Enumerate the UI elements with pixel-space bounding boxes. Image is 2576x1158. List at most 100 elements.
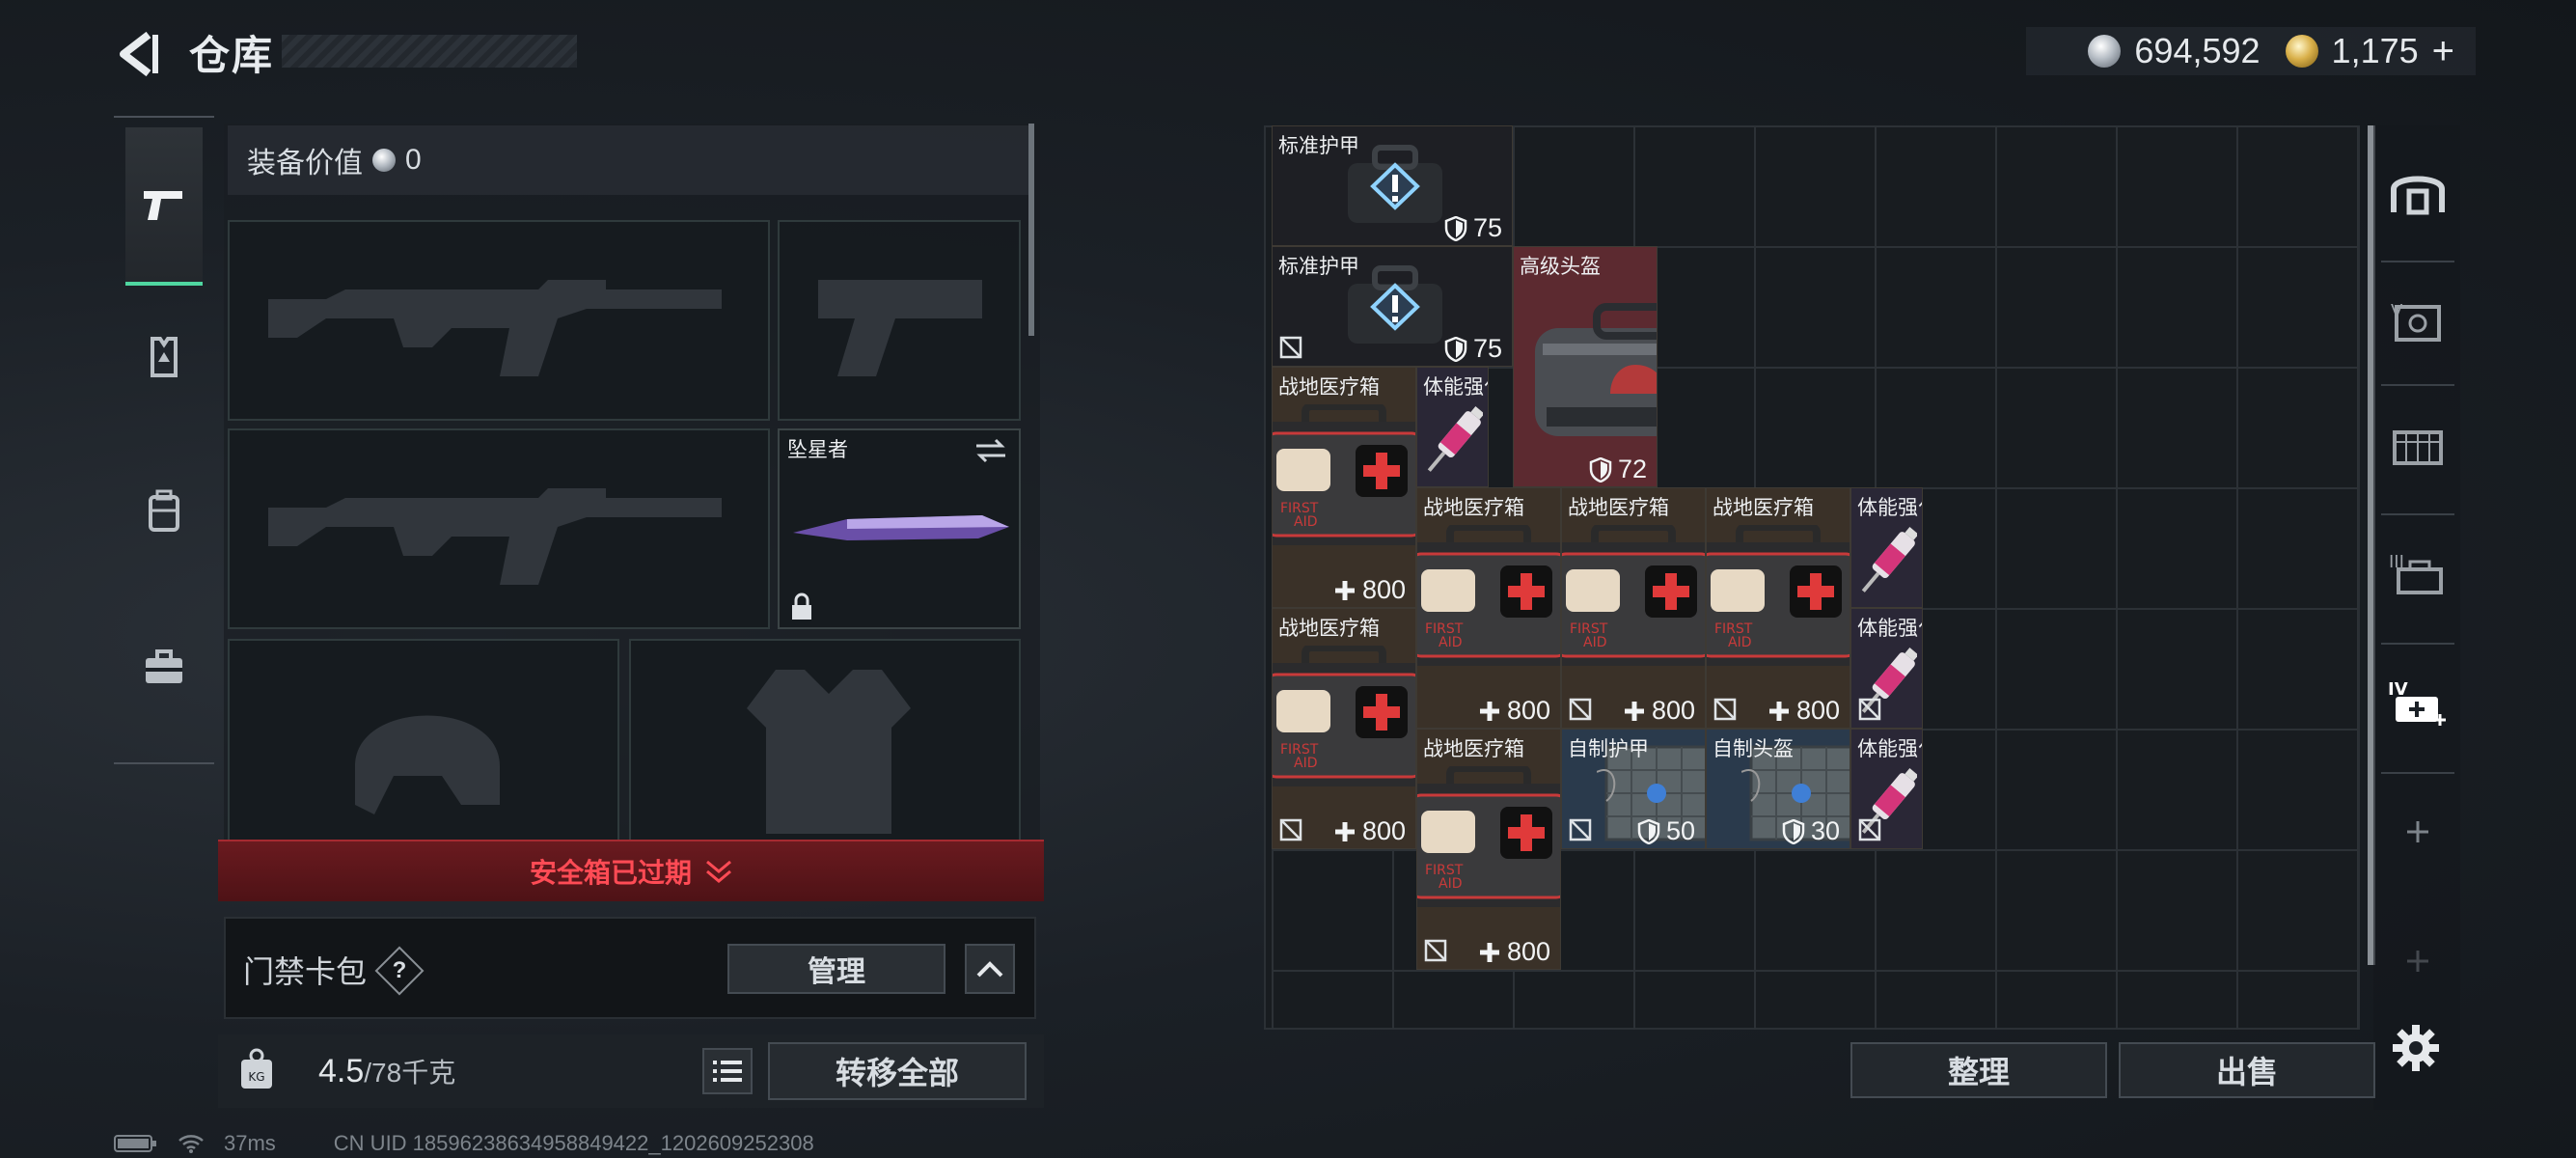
heal-plus-icon — [1334, 580, 1355, 600]
item-name: 自制护甲 — [1568, 738, 1649, 760]
item-stat: 800 — [1333, 816, 1406, 846]
item-stat: 800 — [1478, 696, 1550, 726]
armor-shield-icon — [1589, 456, 1612, 482]
item-name: 高级头盔 — [1520, 256, 1601, 278]
equipment-scrollbar[interactable] — [1028, 124, 1034, 336]
crate-icon — [2393, 430, 2443, 465]
storage-item[interactable]: 自制护甲 50 — [1561, 729, 1706, 849]
item-value: 800 — [1506, 937, 1550, 966]
equipment-value-label: 装备价值 — [247, 148, 363, 179]
currency-bar: 694,592 1,175 + — [2026, 27, 2476, 75]
equipment-value: 0 — [405, 144, 422, 176]
sort-button[interactable]: 整理 — [1850, 1042, 2107, 1098]
add-storage-button-2[interactable] — [2381, 903, 2454, 1019]
tab-storage-3[interactable]: III — [2381, 513, 2454, 631]
tab-toolkit[interactable] — [125, 591, 203, 745]
storage-item[interactable]: FIRST AID 战地医疗箱 800 — [1272, 367, 1416, 608]
item-value: 800 — [1506, 696, 1550, 725]
keycard-expand-button[interactable] — [965, 944, 1015, 994]
plus-icon — [2407, 821, 2428, 842]
safebox-expired-banner[interactable]: 安全箱已过期 — [218, 840, 1044, 901]
bound-item-icon — [1858, 818, 1881, 841]
storage-item[interactable]: 体能强化剂 — [1416, 367, 1489, 487]
storage-item[interactable]: 自制头盔 30 — [1706, 729, 1850, 849]
item-name: 体能强化剂 — [1423, 376, 1488, 399]
item-stat: 50 — [1637, 816, 1695, 846]
secondary-weapon-slot[interactable] — [228, 428, 770, 629]
sell-button[interactable]: 出售 — [2119, 1042, 2375, 1098]
gold-coin-icon — [2285, 35, 2318, 68]
manage-button[interactable]: 管理 — [727, 944, 945, 994]
add-storage-button[interactable] — [2381, 772, 2454, 890]
first-aid-kit-image: FIRSTAID — [1707, 525, 1850, 666]
help-icon: ? — [392, 957, 407, 983]
storage-item[interactable]: FIRST AID 战地医疗箱 800 — [1706, 487, 1850, 729]
bound-item-icon — [1279, 818, 1302, 841]
backpack-icon — [149, 489, 179, 532]
item-name: 战地医疗箱 — [1423, 497, 1524, 519]
item-value: 72 — [1617, 455, 1647, 483]
svg-text:AID: AID — [1583, 635, 1607, 650]
item-name: 战地医疗箱 — [1568, 497, 1669, 519]
tab-storage-main[interactable] — [2381, 133, 2454, 249]
item-stat: 72 — [1589, 455, 1647, 484]
tab-storage-valuables[interactable]: V — [2381, 261, 2454, 378]
item-stat: 800 — [1333, 575, 1406, 605]
helmet-bag-image — [1535, 303, 1657, 436]
melee-name: 坠星者 — [787, 439, 848, 461]
item-stat: 800 — [1768, 696, 1840, 726]
pistol-slot[interactable] — [778, 220, 1021, 421]
stimulant-syringe-image — [1861, 526, 1917, 593]
item-name: 标准护甲 — [1278, 135, 1359, 157]
armor-silhouette-icon — [747, 670, 911, 834]
storage-item[interactable]: FIRST AID 战地医疗箱 800 — [1416, 487, 1561, 729]
toolbox-icon: III — [2389, 552, 2443, 594]
back-button[interactable] — [114, 29, 164, 79]
primary-weapon-slot[interactable] — [228, 220, 770, 421]
pistol-icon — [144, 191, 182, 220]
add-gold-button[interactable]: + — [2432, 30, 2454, 73]
storage-item[interactable]: 体能强化剂 — [1850, 608, 1923, 729]
heal-plus-icon — [1768, 701, 1789, 721]
item-name: 体能强化剂 — [1857, 618, 1922, 640]
tab-storage-4[interactable]: IV — [2381, 643, 2454, 760]
transfer-all-button[interactable]: 转移全部 — [768, 1042, 1027, 1100]
chevron-down-icon — [706, 860, 731, 883]
heal-plus-icon — [1479, 701, 1499, 721]
bound-item-icon — [1858, 698, 1881, 721]
rifle-silhouette-icon — [268, 280, 722, 376]
bound-item-icon — [1713, 698, 1737, 721]
storage-item[interactable]: FIRST AID 战地医疗箱 800 — [1416, 729, 1561, 970]
storage-item[interactable]: 体能强化剂 — [1850, 487, 1923, 608]
storage-item[interactable]: 标准护甲 75 — [1272, 246, 1513, 367]
swap-icon[interactable] — [974, 438, 1007, 463]
armor-shield-icon — [1444, 336, 1467, 362]
item-value: 800 — [1651, 696, 1695, 725]
item-name: 战地医疗箱 — [1278, 618, 1380, 640]
item-name: 战地医疗箱 — [1278, 376, 1380, 399]
storage-item[interactable]: 体能强化剂 — [1850, 729, 1923, 849]
storage-item[interactable]: FIRST AID 战地医疗箱 800 — [1561, 487, 1706, 729]
storage-item[interactable]: 标准护甲 75 — [1272, 125, 1513, 246]
storage-item[interactable]: FIRST AID 战地医疗箱 800 — [1272, 608, 1416, 849]
chevron-up-icon — [976, 961, 1003, 978]
storage-item[interactable]: 高级头盔 72 — [1513, 246, 1658, 487]
item-value: 75 — [1472, 334, 1502, 363]
tab-armor[interactable] — [125, 280, 203, 434]
armor-slot[interactable] — [629, 639, 1021, 841]
bound-item-icon — [1279, 336, 1302, 359]
heal-plus-icon — [1334, 821, 1355, 841]
tab-storage-2[interactable] — [2381, 384, 2454, 502]
list-view-button[interactable] — [702, 1048, 753, 1094]
item-value: 50 — [1665, 816, 1695, 845]
tab-weapons[interactable] — [125, 127, 203, 286]
helmet-slot[interactable] — [228, 639, 619, 841]
weight-max: /78千克 — [364, 1058, 456, 1088]
settings-button[interactable] — [2391, 1023, 2441, 1073]
svg-text:AID: AID — [1294, 756, 1318, 771]
tab-backpack[interactable] — [125, 434, 203, 589]
silver-coin-icon — [2088, 35, 2122, 68]
item-stat: 800 — [1478, 937, 1550, 967]
helmet-silhouette-icon — [355, 715, 500, 814]
melee-slot[interactable]: 坠星者 — [778, 428, 1021, 629]
